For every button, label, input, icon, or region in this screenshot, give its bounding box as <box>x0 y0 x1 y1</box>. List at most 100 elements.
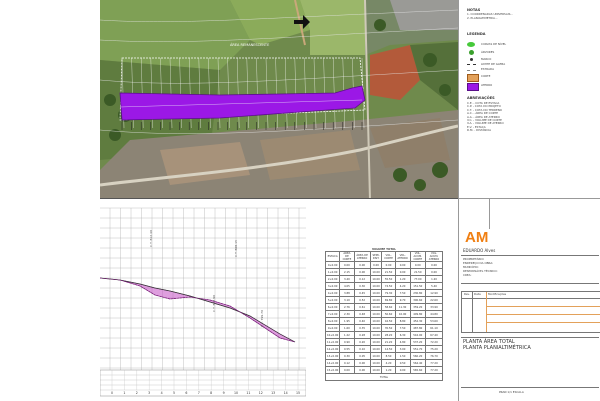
station-label: 10 <box>234 391 238 395</box>
station-label: 13 <box>271 391 275 395</box>
station-label: 1 <box>123 391 125 395</box>
table-cell: 10.00 <box>369 296 383 305</box>
table-cell: 1.50 <box>394 352 411 361</box>
table-header-row: ESTACA ÁREA DE CORTE ÁREA DE ATERRO SEMI-DI… <box>324 251 443 263</box>
table-cell: 33.90 <box>425 303 443 312</box>
table-cell: 10.00 <box>369 289 383 298</box>
table-cell: 0.40 <box>353 317 371 326</box>
table-cell: 76.70 <box>425 352 443 361</box>
table-row: 11+0.00 0.90 0.20 10.00 21.20 4.80 537.20 72.20 <box>324 338 443 347</box>
profile-note: C.T. 808.15 <box>234 240 238 257</box>
table-header-cell: ESTACA <box>324 251 341 263</box>
station-label: 4 <box>161 391 163 395</box>
table-cell: 9.70 <box>394 296 411 305</box>
station-label: 5 <box>173 391 175 395</box>
table-cell: 359.20 <box>409 303 427 312</box>
table-cell: 0.12 <box>353 275 371 284</box>
table-cell: 69.80 <box>381 296 396 305</box>
table-cell: 0.20 <box>353 338 371 347</box>
table-cell: 4.20 <box>394 282 411 291</box>
legend-symbol-dash <box>467 64 476 65</box>
volume-table: ESTACA ÁREA DE CORTE ÁREA DE ATERRO SEMI-DI… <box>324 251 443 382</box>
table-cell: 61.10 <box>425 324 443 333</box>
table-row: 5+0.00 3.10 0.52 10.00 69.80 9.70 300.60 22.60 <box>324 296 443 305</box>
table-cell: 1.22 <box>339 331 355 340</box>
table-cell: 1.95 <box>339 317 355 326</box>
table-cell: 0.00 <box>409 261 427 270</box>
legend-symbol-dot <box>470 58 473 61</box>
parcel-label: ÁREA REMANESCENTE <box>230 42 269 47</box>
table-total-label: TOTAL <box>325 373 443 382</box>
table-cell: 7+0.00 <box>324 310 341 319</box>
table-cell: 409.80 <box>409 310 427 319</box>
divider <box>461 283 599 284</box>
note-line: 2. PLANIALTIMETRIA... <box>467 16 498 20</box>
table-cell: 10.00 <box>369 331 383 340</box>
table-row: 7+0.00 2.30 0.48 10.00 50.60 10.90 409.80 44.80 <box>324 310 443 319</box>
table-cell: 77.00 <box>409 275 427 284</box>
table-cell: 4.80 <box>394 338 411 347</box>
table-cell: 0.35 <box>353 324 371 333</box>
table-cell: 10+0.00 <box>324 331 341 340</box>
table-cell: 300.60 <box>409 296 427 305</box>
table-cell: 151.50 <box>409 282 427 291</box>
table-cell: 537.20 <box>409 338 427 347</box>
station-label: 3 <box>148 391 150 395</box>
revision-table: Rev. Data Modificações <box>461 291 600 333</box>
table-cell: 560.20 <box>409 352 427 361</box>
legend-label: ATERRO <box>481 83 493 87</box>
station-label: 15 <box>296 391 300 395</box>
table-cell: 10.00 <box>369 352 383 361</box>
legend-symbol-dash-gray <box>467 70 476 71</box>
table-cell: 2.30 <box>339 310 355 319</box>
legend-label: ESTRADA <box>481 67 495 71</box>
table-row: 0+0.00 0.00 0.00 0.00 0.00 0.00 0.00 0.00 <box>324 261 443 270</box>
table-cell: 50.60 <box>381 310 396 319</box>
table-cell: 0.00 <box>394 268 411 277</box>
legend-label: LIMITE DE GLEBA <box>481 62 506 66</box>
drawing-title-2: PLANTA PLANIALTIMÉTRICA <box>463 345 531 351</box>
table-cell: 487.80 <box>409 324 427 333</box>
table-cell: 72.20 <box>425 338 443 347</box>
table-cell: 15+0.00 <box>324 366 341 375</box>
rev-header: Modificações <box>488 292 507 296</box>
divider <box>461 337 599 338</box>
table-row: 2+0.00 3.40 0.12 10.00 55.50 1.20 77.00 1.20 <box>324 275 443 284</box>
table-cell: 77.20 <box>425 366 443 375</box>
table-row: 13+0.00 0.30 0.05 10.00 8.50 1.50 560.20 76.70 <box>324 352 443 361</box>
table-cell: 58.60 <box>381 303 396 312</box>
divider <box>489 199 490 229</box>
table-cell: 3.10 <box>339 296 355 305</box>
table-row: 10+0.00 1.22 0.28 10.00 28.20 6.30 516.00 67.40 <box>324 331 443 340</box>
table-cell: 0.00 <box>394 261 411 270</box>
volume-table-container: VOLUME TOTAL ESTACA ÁREA DE CORTE ÁREA DE … <box>324 247 443 382</box>
table-cell: 0.12 <box>339 359 355 368</box>
table-cell: 1.20 <box>425 275 443 284</box>
table-cell: 0.00 <box>353 359 371 368</box>
table-cell: 10.00 <box>369 338 383 347</box>
legend-label: MARCO <box>481 57 492 61</box>
table-cell: 0.00 <box>425 261 443 270</box>
table-cell: 10.00 <box>369 366 383 375</box>
table-cell: 10.00 <box>369 303 383 312</box>
table-cell: 0.50 <box>394 359 411 368</box>
table-cell: 55.50 <box>381 275 396 284</box>
table-cell: 10.00 <box>369 310 383 319</box>
legend-panel: NOTAS 1. COORDENADAS UNIVERSAIS... 2. PL… <box>458 0 600 198</box>
table-header-cell: ÁREA DE ATERRO <box>353 251 371 263</box>
table-cell: 2+0.00 <box>324 275 341 284</box>
table-cell: 10.00 <box>369 324 383 333</box>
table-cell: 77.20 <box>425 359 443 368</box>
table-cell: 0.00 <box>339 366 355 375</box>
table-cell: 0.30 <box>339 352 355 361</box>
table-cell: 0.10 <box>353 345 371 354</box>
table-cell: 21.50 <box>381 268 396 277</box>
table-cell: 67.40 <box>425 331 443 340</box>
table-row: 1+0.00 2.15 0.00 10.00 21.50 0.00 21.50 0.00 <box>324 268 443 277</box>
table-cell: 7.50 <box>394 324 411 333</box>
station-label: 2 <box>136 391 138 395</box>
table-header-cell: VOL. ACUM. ATERRO <box>425 251 443 263</box>
table-cell: 0.05 <box>353 352 371 361</box>
abbr-item: D.M. - DISTÂNCIA <box>467 128 492 133</box>
tb-note: CREA: <box>463 273 472 277</box>
